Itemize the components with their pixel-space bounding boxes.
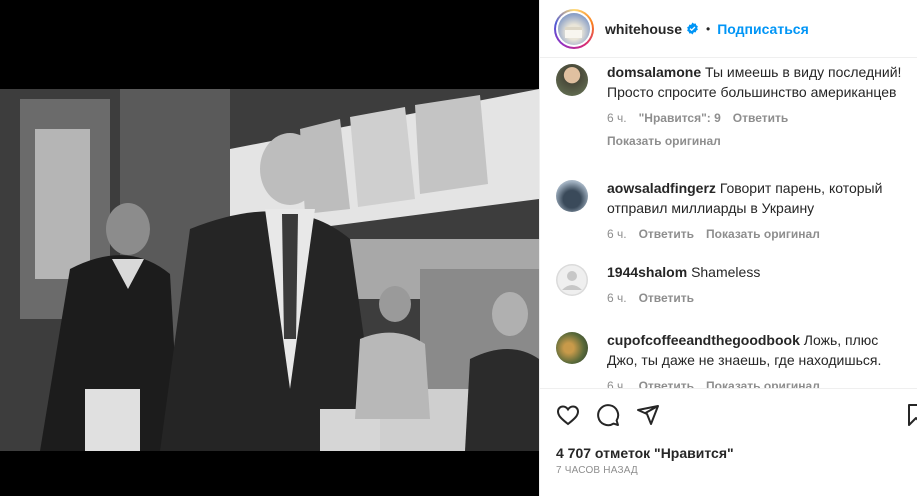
reply-button[interactable]: Ответить (733, 108, 788, 128)
comment-likes[interactable]: "Нравится": 9 (639, 108, 721, 128)
show-original-button[interactable]: Показать оригинал (607, 131, 906, 151)
comment-avatar[interactable] (556, 264, 588, 296)
comment-avatar[interactable] (556, 180, 588, 212)
reply-button[interactable]: Ответить (639, 288, 694, 308)
comment-avatar[interactable] (556, 64, 588, 96)
post-actions: 4 707 отметок "Нравится" 7 ЧАСОВ НАЗАД (540, 388, 917, 496)
comments-list[interactable]: domsalamone Ты имеешь в виду последний! … (540, 59, 917, 389)
post-media (0, 0, 539, 496)
comment-icon[interactable] (596, 403, 620, 427)
comment-item: cupofcoffeeandthegoodbook Ложь, плюс Джо… (556, 330, 906, 389)
photo-scene (0, 89, 539, 451)
post-time-ago[interactable]: 7 ЧАСОВ НАЗАД (556, 465, 638, 476)
heart-icon[interactable] (556, 403, 580, 427)
comment-avatar[interactable] (556, 332, 588, 364)
comment-item: domsalamone Ты имеешь в виду последний! … (556, 62, 906, 151)
share-icon[interactable] (636, 403, 660, 427)
comment-username[interactable]: aowsaladfingerz (607, 180, 716, 196)
comment-time[interactable]: 6 ч. (607, 224, 627, 244)
comment-item: 1944shalom Shameless 6 ч. Ответить (556, 262, 906, 308)
bookmark-icon[interactable] (904, 403, 917, 432)
comment-time[interactable]: 6 ч. (607, 108, 627, 128)
post-header: whitehouse • Подписаться (540, 0, 917, 58)
comment-username[interactable]: cupofcoffeeandthegoodbook (607, 332, 800, 348)
author-username[interactable]: whitehouse (605, 21, 682, 37)
header-separator: • (706, 21, 711, 36)
comment-username[interactable]: 1944shalom (607, 264, 687, 280)
post-sidebar: whitehouse • Подписаться domsalamone Ты … (539, 0, 917, 496)
likes-count[interactable]: 4 707 отметок "Нравится" (556, 445, 734, 461)
comment-username[interactable]: domsalamone (607, 64, 701, 80)
show-original-button[interactable]: Показать оригинал (706, 224, 820, 244)
verified-icon (686, 22, 699, 35)
author-avatar[interactable] (554, 8, 594, 49)
comment-item: aowsaladfingerz Говорит парень, который … (556, 178, 906, 244)
post-photo[interactable] (0, 89, 539, 451)
reply-button[interactable]: Ответить (639, 224, 694, 244)
comment-text: Shameless (691, 264, 761, 280)
comment-time[interactable]: 6 ч. (607, 288, 627, 308)
default-avatar-icon (556, 264, 588, 296)
follow-button[interactable]: Подписаться (717, 21, 809, 37)
